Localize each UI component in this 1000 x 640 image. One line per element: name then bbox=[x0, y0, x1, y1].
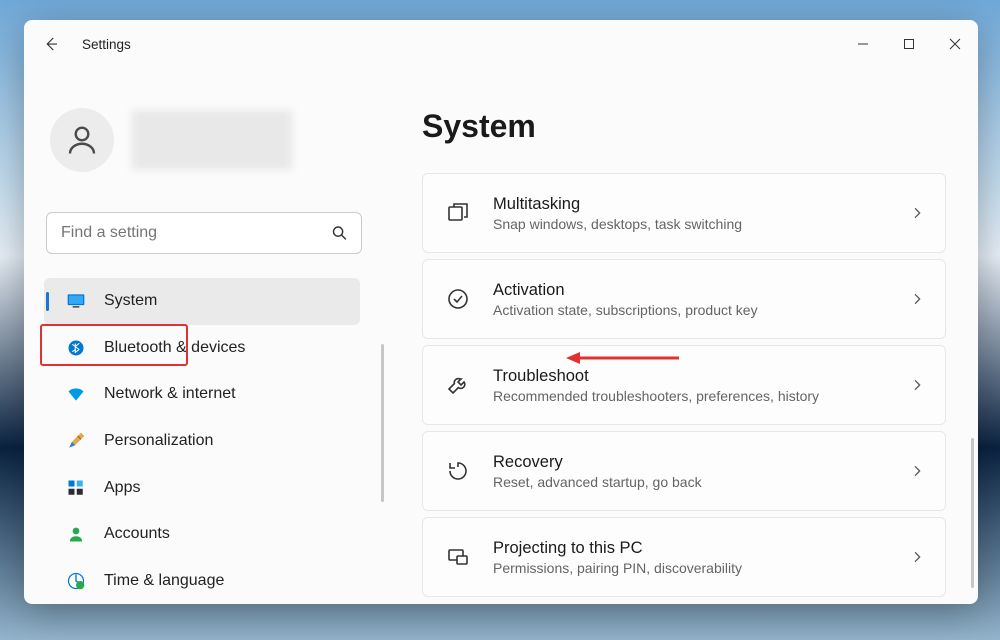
nav-item-system[interactable]: System bbox=[44, 278, 360, 325]
card-title: Multitasking bbox=[493, 195, 887, 214]
nav-label: Apps bbox=[104, 479, 140, 497]
settings-list: Multitasking Snap windows, desktops, tas… bbox=[422, 173, 950, 597]
nav-label: Personalization bbox=[104, 432, 213, 450]
nav-label: Network & internet bbox=[104, 385, 236, 403]
card-recovery[interactable]: Recovery Reset, advanced startup, go bac… bbox=[422, 431, 946, 511]
card-subtitle: Activation state, subscriptions, product… bbox=[493, 302, 887, 318]
chevron-right-icon bbox=[909, 205, 925, 221]
bluetooth-icon bbox=[66, 338, 86, 358]
back-button[interactable] bbox=[42, 35, 60, 53]
card-activation[interactable]: Activation Activation state, subscriptio… bbox=[422, 259, 946, 339]
card-subtitle: Recommended troubleshooters, preferences… bbox=[493, 388, 887, 404]
chevron-right-icon bbox=[909, 291, 925, 307]
nav-item-accounts[interactable]: Accounts bbox=[44, 511, 360, 558]
card-text: Multitasking Snap windows, desktops, tas… bbox=[493, 195, 887, 232]
multitasking-icon bbox=[445, 200, 471, 226]
card-text: Recovery Reset, advanced startup, go bac… bbox=[493, 453, 887, 490]
globe-clock-icon bbox=[66, 571, 86, 591]
card-title: Activation bbox=[493, 281, 887, 300]
nav-item-network[interactable]: Network & internet bbox=[44, 371, 360, 418]
settings-window: Settings bbox=[24, 20, 978, 604]
nav-item-bluetooth[interactable]: Bluetooth & devices bbox=[44, 325, 360, 372]
nav-item-time-language[interactable]: Time & language bbox=[44, 557, 360, 604]
person-icon bbox=[66, 524, 86, 544]
search-wrap bbox=[46, 212, 362, 254]
card-title: Troubleshoot bbox=[493, 367, 887, 386]
window-title: Settings bbox=[82, 37, 131, 52]
card-text: Troubleshoot Recommended troubleshooters… bbox=[493, 367, 887, 404]
sidebar: System Bluetooth & devices Network & int… bbox=[24, 68, 384, 604]
nav-label: System bbox=[104, 292, 157, 310]
close-button[interactable] bbox=[932, 24, 978, 64]
profile-name-redacted bbox=[132, 110, 292, 170]
card-projecting[interactable]: Projecting to this PC Permissions, pairi… bbox=[422, 517, 946, 597]
titlebar: Settings bbox=[24, 20, 978, 68]
card-subtitle: Snap windows, desktops, task switching bbox=[493, 216, 887, 232]
nav-label: Accounts bbox=[104, 525, 170, 543]
nav-label: Time & language bbox=[104, 572, 224, 590]
nav-list: System Bluetooth & devices Network & int… bbox=[44, 278, 382, 604]
card-title: Recovery bbox=[493, 453, 887, 472]
chevron-right-icon bbox=[909, 463, 925, 479]
wrench-icon bbox=[445, 372, 471, 398]
projecting-icon bbox=[445, 544, 471, 570]
search-icon bbox=[331, 225, 348, 242]
minimize-button[interactable] bbox=[840, 24, 886, 64]
card-text: Activation Activation state, subscriptio… bbox=[493, 281, 887, 318]
card-text: Projecting to this PC Permissions, pairi… bbox=[493, 539, 887, 576]
profile-block[interactable] bbox=[44, 108, 384, 172]
main-panel: System Multitasking Snap windows, deskto… bbox=[384, 68, 978, 604]
wifi-icon bbox=[66, 384, 86, 404]
page-title: System bbox=[422, 108, 950, 145]
window-controls bbox=[840, 24, 978, 64]
card-multitasking[interactable]: Multitasking Snap windows, desktops, tas… bbox=[422, 173, 946, 253]
titlebar-left: Settings bbox=[42, 35, 131, 53]
nav-label: Bluetooth & devices bbox=[104, 339, 245, 357]
recovery-icon bbox=[445, 458, 471, 484]
apps-icon bbox=[66, 478, 86, 498]
display-icon bbox=[66, 291, 86, 311]
maximize-button[interactable] bbox=[886, 24, 932, 64]
search-input[interactable] bbox=[46, 212, 362, 254]
paintbrush-icon bbox=[66, 431, 86, 451]
card-troubleshoot[interactable]: Troubleshoot Recommended troubleshooters… bbox=[422, 345, 946, 425]
avatar bbox=[50, 108, 114, 172]
card-subtitle: Reset, advanced startup, go back bbox=[493, 474, 887, 490]
main-scrollbar[interactable] bbox=[971, 438, 974, 588]
card-title: Projecting to this PC bbox=[493, 539, 887, 558]
card-subtitle: Permissions, pairing PIN, discoverabilit… bbox=[493, 560, 887, 576]
nav-item-personalization[interactable]: Personalization bbox=[44, 418, 360, 465]
check-circle-icon bbox=[445, 286, 471, 312]
chevron-right-icon bbox=[909, 377, 925, 393]
content: System Bluetooth & devices Network & int… bbox=[24, 68, 978, 604]
chevron-right-icon bbox=[909, 549, 925, 565]
nav-item-apps[interactable]: Apps bbox=[44, 464, 360, 511]
